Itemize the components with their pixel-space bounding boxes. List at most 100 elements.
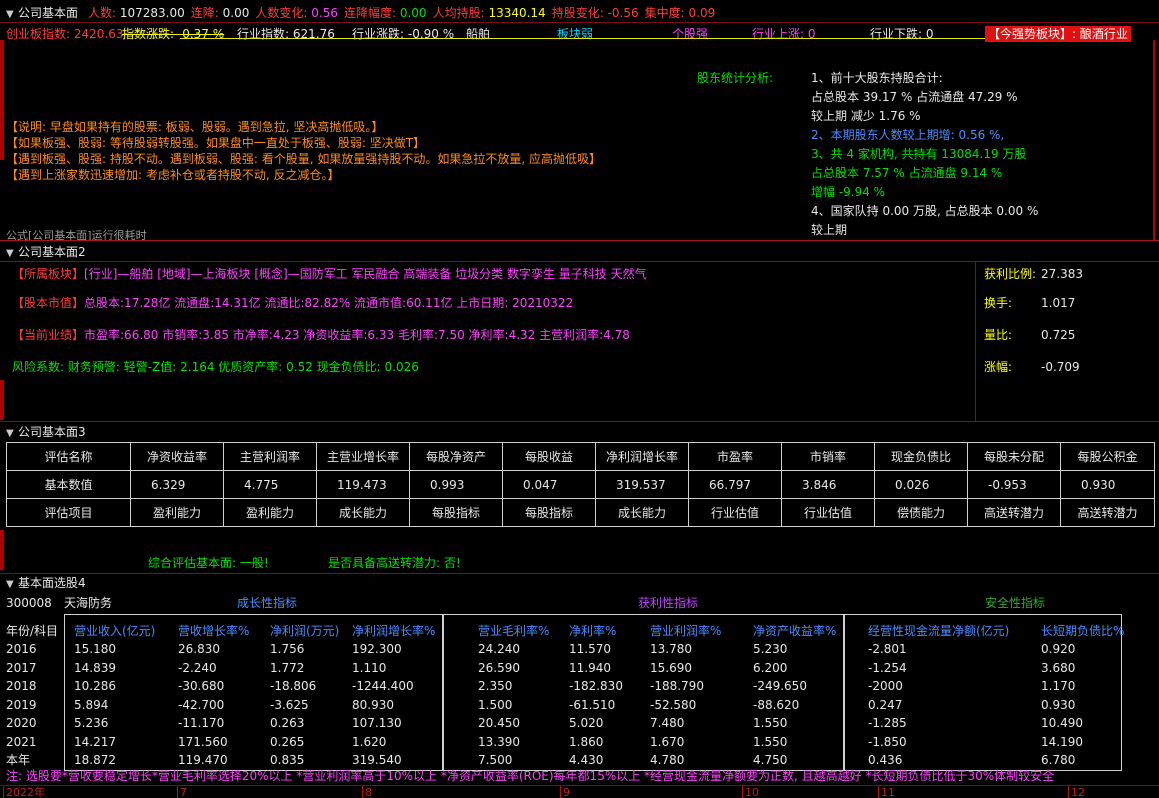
table-cell: 14.217 [74,734,116,749]
table-cell: 3.846 [781,470,875,499]
table-cell: 成长能力 [595,498,689,527]
column-header[interactable]: 营收增长率% [178,622,249,640]
panel3-title: 公司基本面3 [18,425,86,439]
collapse-toggle-icon[interactable]: ▼ [6,8,18,22]
table-cell: -1244.400 [352,679,414,693]
panel2-title: 公司基本面2 [18,245,86,259]
column-header[interactable]: 经营性现金流量净额(亿元) [868,622,1009,640]
stat-item: 持股变化: -0.56 [552,6,639,20]
table-cell: -2.801 [868,642,907,656]
column-header[interactable]: 净利率% [569,622,616,640]
year-label: 2020 [6,716,37,730]
table-cell: 净利润增长率 [595,442,689,471]
info-head: 【所属板块】 [12,267,85,281]
table-cell: -188.790 [650,679,704,693]
stat-label: 获利比例: [984,267,1037,281]
table-cell: 5.020 [569,716,604,730]
sector-line [180,38,985,39]
info-body: 市盈率:66.80 市销率:3.85 市净率:4.23 净资收益率:6.33 毛… [84,328,630,342]
stock-code: 300008 [6,596,52,610]
collapse-toggle-icon[interactable]: ▼ [6,247,18,261]
collapse-toggle-icon[interactable]: ▼ [6,578,18,592]
note-line: 【说明: 早盘如果持有的股票: 板弱、股弱。遇到急拉, 坚决高抛低吸。】 [6,120,384,134]
holder-line: 1、前十大股东持股合计: [811,71,943,85]
panel1-header[interactable]: ▼ 公司基本面 [6,6,78,22]
table-cell: -3.625 [270,697,309,712]
holder-line: 2、本期股东人数较上期增: 0.56 %, [811,128,1005,142]
column-header[interactable]: 净利润(万元) [270,622,339,640]
holder-line: 4、国家队持 0.00 万股, 占总股本 0.00 % [811,204,1039,218]
year-label: 本年 [6,753,31,767]
table-cell: -1.285 [868,716,907,730]
panel3-header[interactable]: ▼ 公司基本面3 [6,425,86,441]
table-cell: 7.500 [478,753,513,767]
table-cell: 评估名称 [6,442,131,471]
table-cell: 10.286 [74,679,116,693]
info-line: 【股本市值】总股本:17.28亿 流通盘:14.31亿 流通比:82.82% 流… [12,296,573,310]
ruler-tick [177,786,178,798]
stat-label: 人数: [88,6,117,20]
column-header[interactable]: 营业收入(亿元) [74,622,155,640]
header-row: 评估名称 净资收益率 主营利润率 主营业增长率 每股净资产 每股收益 净利润增长率 市盈率 市销… [6,442,1155,471]
stock-name: 天海防务 [64,596,113,610]
table-cell: 现金负债比 [874,442,968,471]
table-cell: 基本数值 [6,470,131,499]
holder-line: 占总股本 7.57 % 占流通盘 9.14 % [811,166,1003,180]
column-header[interactable]: 长短期负债比% [1041,622,1124,640]
panel2-header[interactable]: ▼ 公司基本面2 [6,245,86,261]
table-cell: 15.180 [74,642,116,656]
collapse-toggle-icon[interactable]: ▼ [6,427,18,441]
column-header[interactable]: 营业毛利率% [478,622,549,640]
selection-note: 注: 选股要*营收要稳定增长*营业毛利率选择20%以上 *营业利润率高于10%以… [6,769,1055,783]
note-line: 【遇到上涨家数迅速增加: 考虑补仓或者持股不动, 反之减仓。】 [6,168,340,182]
table-cell: 7.480 [650,716,685,730]
stat-label: 换手: [984,296,1013,310]
overall-verdict: 综合评估基本面: 一般! [148,556,269,570]
stat-value: -0.709 [1041,360,1080,374]
panel4-header[interactable]: ▼ 基本面选股4 [6,576,86,592]
table-cell: 每股收益 [502,442,596,471]
column-header[interactable]: 净利润增长率% [352,622,435,640]
table-cell: 171.560 [178,734,228,749]
column-header[interactable]: 净资产收益率% [753,622,836,640]
table-cell: -249.650 [753,679,807,693]
table-cell: 13.780 [650,642,692,656]
table-cell: 市销率 [781,442,875,471]
stat-value: 0.00 [399,6,427,20]
holder-line: 较上期 [811,223,848,237]
holder-heading: 股东统计分析: [697,71,774,85]
stat-value: 1.017 [1041,296,1076,310]
table-cell: 行业估值 [688,498,782,527]
stat-item: 连降幅度: 0.00 [344,6,427,20]
table-cell: 11.570 [569,642,611,656]
table-cell: 1.550 [753,734,788,749]
stat-value: 107283.00 [119,6,185,20]
strong-sector-badge[interactable]: 【今强势板块】: 酿酒行业 [985,26,1131,42]
column-header[interactable]: 营业利润率% [650,622,721,640]
table-cell: -182.830 [569,679,623,693]
table-cell: -1.850 [868,734,907,749]
table-cell: 6.200 [753,660,788,675]
year-label: 2017 [6,660,37,675]
high-transfer-verdict: 是否具备高送转潜力: 否! [328,556,461,570]
stat-label: 连降幅度: [343,6,397,20]
table-cell: 1.620 [352,734,387,749]
table-cell: 0.930 [1041,697,1076,712]
stat-value: 27.383 [1041,267,1083,281]
holder-line: 3、共 4 家机构, 共持有 13084.19 万股 [811,147,1027,161]
table-cell: -0.953 [967,470,1061,499]
table-cell: 119.470 [178,753,228,767]
table-cell: 偿债能力 [874,498,968,527]
info-line: 【所属板块】[行业]—船舶 [地域]—上海板块 [概念]—国防军工 军民融合 高… [12,267,647,281]
table-cell: -52.580 [650,697,697,712]
ruler-tick [3,786,4,798]
stat-label: 人均持股: [432,6,485,20]
stat-label: 集中度: [644,6,685,20]
table-cell: 5.236 [74,716,109,730]
table-cell: 3.680 [1041,660,1076,675]
panel4-title: 基本面选股4 [18,576,86,590]
table-cell: 1.110 [352,660,387,675]
row-label-header: 年份/科目 [6,624,59,638]
info-body: 总股本:17.28亿 流通盘:14.31亿 流通比:82.82% 流通市值:60… [84,296,574,310]
ruler-tick [362,786,363,798]
